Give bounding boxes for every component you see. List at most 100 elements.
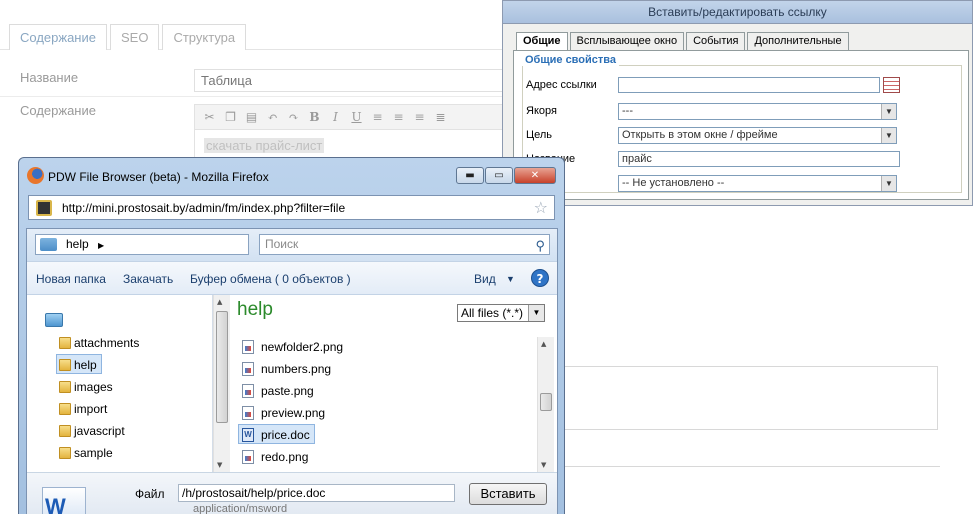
list-item[interactable]: numbers.png [239, 359, 335, 379]
folder-icon [59, 425, 71, 437]
search-icon[interactable]: ⚲ [535, 236, 545, 255]
search-placeholder: Поиск [265, 237, 299, 251]
word-document-icon: W [42, 487, 86, 514]
scroll-up-icon[interactable]: ▲ [541, 340, 546, 348]
file-name: preview.png [261, 406, 326, 420]
tree-item-attachments[interactable]: attachments [57, 333, 139, 353]
undo-icon[interactable]: ↶ [264, 109, 281, 126]
upload-button[interactable]: Закачать [123, 272, 173, 286]
browse-icon[interactable] [883, 77, 900, 93]
italic-icon[interactable]: I [327, 109, 344, 126]
align-justify-icon[interactable]: ≣ [432, 109, 449, 126]
cut-icon[interactable]: ✂ [201, 109, 218, 126]
tab-advanced[interactable]: Дополнительные [747, 32, 849, 50]
folder-icon [40, 238, 57, 251]
folder-icon [59, 381, 71, 393]
tab-structure[interactable]: Структура [162, 24, 247, 50]
editor-box [562, 366, 938, 430]
title-input[interactable]: прайс [618, 151, 900, 167]
scrollbar-thumb[interactable] [216, 311, 228, 423]
tree-item-sample[interactable]: sample [57, 443, 113, 463]
minimize-button[interactable]: ▬ [456, 167, 484, 184]
search-input[interactable]: Поиск ⚲ [259, 234, 550, 255]
url-label: Адрес ссылки [526, 79, 597, 91]
bold-icon[interactable]: B [306, 109, 323, 126]
image-file-icon [242, 340, 254, 354]
target-label: Цель [526, 129, 553, 141]
location-bar: help ▶ Поиск ⚲ [27, 229, 557, 261]
chevron-down-icon[interactable]: ▼ [881, 104, 896, 119]
file-filter-select[interactable]: All files (*.*) ▼ [457, 304, 545, 322]
copy-icon[interactable]: ❐ [222, 109, 239, 126]
address-bar[interactable]: http://mini.prostosait.by/admin/fm/index… [28, 195, 555, 220]
tab-content[interactable]: Содержание [9, 24, 107, 50]
window-controls: ▬ ▭ ✕ [456, 167, 557, 184]
tab-general[interactable]: Общие [516, 32, 568, 51]
folder-icon [59, 337, 71, 349]
editor-toolbar: ✂ ❐ ▤ ↶ ↷ B I U ≡ ≡ ≡ ≣ [194, 104, 504, 130]
list-scrollbar[interactable]: ▲ ▼ [537, 337, 554, 472]
root-folder-icon[interactable] [45, 313, 63, 327]
paste-icon[interactable]: ▤ [243, 109, 260, 126]
insert-button[interactable]: Вставить [469, 483, 547, 505]
content-label: Содержание [20, 103, 96, 118]
class-select[interactable]: -- Не установлено -- ▼ [618, 175, 897, 192]
tab-seo[interactable]: SEO [109, 24, 160, 50]
dialog-title: Вставить/редактировать ссылку [503, 1, 972, 24]
tree-item-label: attachments [74, 336, 140, 350]
list-item[interactable]: preview.png [239, 403, 329, 423]
path-field[interactable]: help ▶ [35, 234, 249, 255]
scroll-down-icon[interactable]: ▼ [541, 461, 546, 469]
anchor-select[interactable]: --- ▼ [618, 103, 897, 120]
list-item[interactable]: newfolder2.png [239, 337, 347, 357]
tree-item-images[interactable]: images [57, 377, 113, 397]
redo-icon[interactable]: ↷ [285, 109, 302, 126]
anchor-label: Якоря [526, 105, 557, 117]
file-toolbar: Новая папка Закачать Буфер обмена ( 0 об… [27, 261, 557, 295]
new-folder-button[interactable]: Новая папка [36, 272, 106, 286]
chevron-right-icon[interactable]: ▶ [98, 241, 104, 250]
tab-popup[interactable]: Всплывающее окно [569, 32, 685, 50]
help-icon[interactable]: ? [531, 269, 549, 287]
list-item[interactable]: redo.png [239, 447, 312, 467]
file-path-field[interactable]: /h/prostosait/help/price.doc [178, 484, 455, 502]
align-right-icon[interactable]: ≡ [411, 109, 428, 126]
tree-item-label: help [74, 358, 97, 372]
file-list: help All files (*.*) ▼ newfolder2.png nu… [230, 295, 557, 472]
link-dialog: Вставить/редактировать ссылку Общие Вспл… [502, 0, 973, 206]
folder-icon [59, 403, 71, 415]
tree-item-help[interactable]: help [56, 354, 102, 374]
maximize-button[interactable]: ▭ [485, 167, 513, 184]
file-name: newfolder2.png [261, 340, 344, 354]
chevron-down-icon[interactable]: ▼ [506, 274, 515, 284]
list-item-selected[interactable]: W price.doc [238, 424, 315, 444]
chevron-down-icon[interactable]: ▼ [528, 305, 544, 321]
align-center-icon[interactable]: ≡ [390, 109, 407, 126]
close-button[interactable]: ✕ [514, 167, 556, 184]
bookmark-star-icon[interactable]: ☆ [534, 198, 548, 217]
file-label: Файл [135, 487, 165, 501]
image-file-icon [242, 450, 254, 464]
url-input[interactable] [618, 77, 880, 93]
scrollbar-thumb[interactable] [540, 393, 552, 411]
scroll-down-icon[interactable]: ▼ [217, 461, 222, 469]
clipboard-button[interactable]: Буфер обмена ( 0 объектов ) [190, 272, 351, 286]
image-file-icon [242, 384, 254, 398]
scroll-up-icon[interactable]: ▲ [217, 298, 222, 306]
chevron-down-icon[interactable]: ▼ [881, 128, 896, 143]
tree-item-javascript[interactable]: javascript [57, 421, 125, 441]
list-item[interactable]: paste.png [239, 381, 318, 401]
chevron-down-icon[interactable]: ▼ [881, 176, 896, 191]
tab-events[interactable]: События [686, 32, 746, 50]
target-select[interactable]: Открыть в этом окне / фрейме ▼ [618, 127, 897, 144]
view-button[interactable]: Вид [474, 272, 496, 286]
firefox-icon [27, 167, 44, 184]
tree-item-label: javascript [74, 424, 125, 438]
tree-item-import[interactable]: import [57, 399, 107, 419]
underline-icon[interactable]: U [348, 109, 365, 126]
name-input[interactable]: Таблица [194, 69, 514, 92]
url-text[interactable]: http://mini.prostosait.by/admin/fm/index… [62, 201, 345, 215]
align-left-icon[interactable]: ≡ [369, 109, 386, 126]
file-name: redo.png [261, 450, 309, 464]
tree-scrollbar[interactable]: ▲ ▼ [213, 295, 230, 472]
